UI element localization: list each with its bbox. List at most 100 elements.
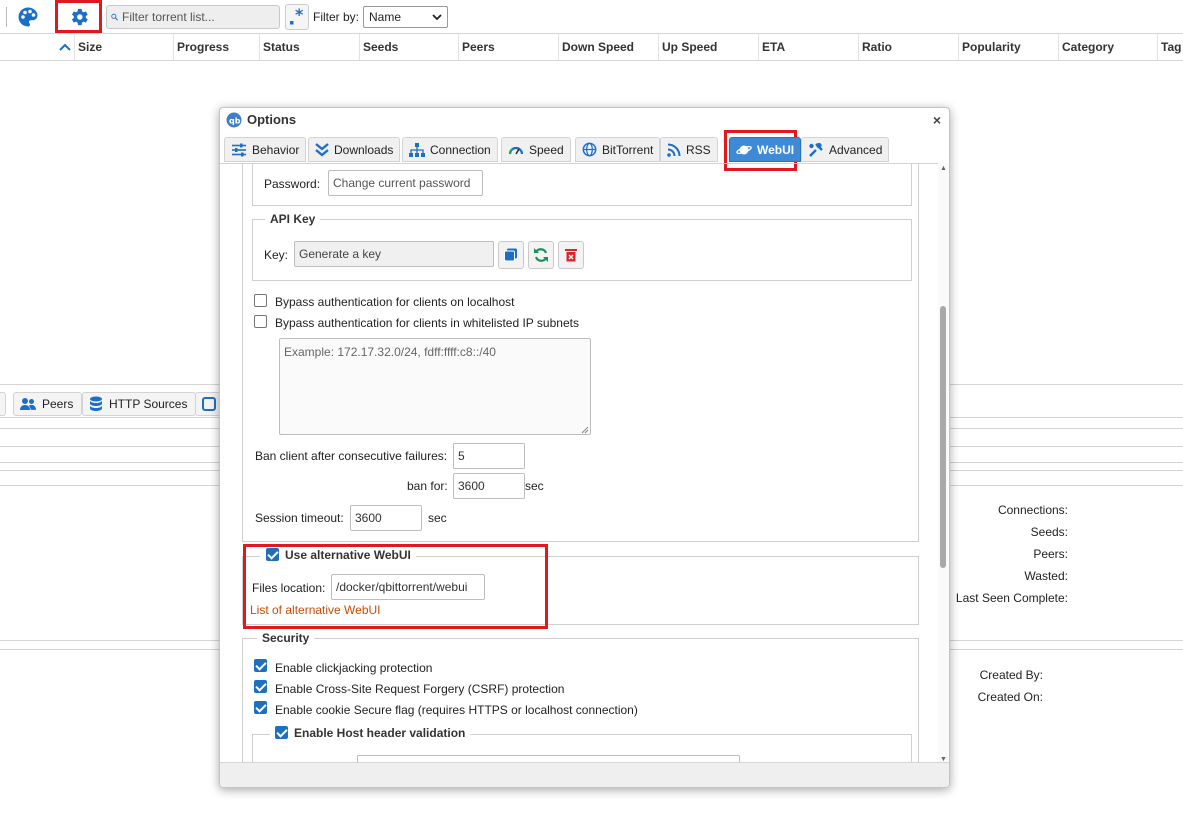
filter-by-select[interactable]: Name	[363, 6, 448, 28]
column-tag[interactable]: Tag	[1161, 40, 1181, 54]
column-down-speed[interactable]: Down Speed	[562, 40, 634, 54]
tab-http-sources[interactable]: HTTP Sources	[82, 392, 197, 416]
tab-peers[interactable]: Peers	[13, 392, 83, 416]
chevron-down-icon	[432, 14, 442, 21]
resize-handle-icon[interactable]	[580, 425, 589, 434]
ban-sec-label: sec	[525, 479, 544, 493]
ban-duration-input[interactable]: 3600	[453, 473, 525, 499]
cookie-secure-checkbox[interactable]	[254, 701, 267, 714]
options-dialog: qb Options × Behavior Downloads Connecti…	[219, 107, 950, 788]
whitelist-textarea[interactable]: Example: 172.17.32.0/24, fdff:ffff:c8::/…	[279, 338, 591, 435]
search-input[interactable]	[118, 6, 279, 28]
planet-icon	[736, 145, 752, 154]
delete-key-button[interactable]	[558, 241, 584, 269]
session-timeout-input[interactable]: 3600	[350, 505, 422, 531]
password-label: Password:	[264, 177, 321, 191]
dialog-scrollbar[interactable]: ▲ ▼	[938, 163, 949, 765]
ban-label: Ban client after consecutive failures:	[255, 449, 448, 463]
clickjacking-checkbox[interactable]	[254, 659, 267, 672]
regex-icon: *	[290, 7, 304, 25]
globe-icon	[582, 142, 597, 157]
csrf-label: Enable Cross-Site Request Forgery (CSRF)…	[275, 682, 565, 696]
column-ratio[interactable]: Ratio	[862, 40, 892, 54]
prop-last-seen: Last Seen Complete:	[955, 591, 1068, 605]
ban-for-label: ban for:	[407, 479, 448, 493]
prop-created-by: Created By:	[979, 668, 1043, 682]
column-status[interactable]: Status	[263, 40, 300, 54]
prop-wasted: Wasted:	[1024, 569, 1068, 583]
column-up-speed[interactable]: Up Speed	[662, 40, 717, 54]
filter-by-label: Filter by:	[313, 10, 360, 24]
clickjacking-label: Enable clickjacking protection	[275, 661, 433, 675]
sort-ascending-icon	[59, 43, 71, 51]
database-icon	[90, 396, 102, 411]
network-icon	[409, 142, 425, 157]
column-progress[interactable]: Progress	[177, 40, 229, 54]
session-timeout-label: Session timeout:	[255, 511, 344, 525]
column-category[interactable]: Category	[1062, 40, 1114, 54]
highlight-alt-webui	[243, 544, 548, 629]
peers-icon	[20, 398, 36, 410]
tools-icon	[809, 142, 823, 157]
host-header-checkbox[interactable]	[275, 726, 288, 739]
tab-speed[interactable]: Speed	[501, 137, 571, 162]
column-seeds[interactable]: Seeds	[363, 40, 398, 54]
tab-connection[interactable]: Connection	[402, 137, 498, 162]
tab-behavior[interactable]: Behavior	[224, 137, 307, 162]
regenerate-key-button[interactable]	[528, 241, 554, 269]
bypass-whitelist-label: Bypass authentication for clients in whi…	[275, 316, 579, 330]
column-popularity[interactable]: Popularity	[962, 40, 1021, 54]
prop-peers: Peers:	[1033, 547, 1068, 561]
security-legend: Security	[257, 631, 315, 645]
bypass-localhost-label: Bypass authentication for clients on loc…	[275, 295, 515, 309]
filter-by-value: Name	[369, 10, 402, 24]
dialog-titlebar[interactable]: qb Options ×	[220, 108, 949, 132]
search-icon	[111, 13, 118, 21]
ban-count-input[interactable]: 5	[453, 443, 525, 469]
close-icon[interactable]: ×	[933, 112, 941, 128]
toolbar-separator	[6, 7, 7, 27]
dialog-footer	[220, 762, 949, 787]
tab-downloads[interactable]: Downloads	[308, 137, 401, 162]
dialog-title: Options	[247, 112, 297, 127]
api-key-legend: API Key	[265, 212, 321, 226]
scroll-up-icon[interactable]: ▲	[940, 165, 947, 172]
rss-icon	[667, 143, 681, 157]
tab-bittorrent[interactable]: BitTorrent	[575, 137, 661, 162]
session-sec-label: sec	[428, 511, 447, 525]
tab-http-sources-label: HTTP Sources	[109, 397, 188, 411]
palette-icon[interactable]	[16, 5, 40, 29]
tab-peers-label: Peers	[42, 397, 74, 411]
sliders-icon	[232, 143, 246, 156]
host-header-legend: Enable Host header validation	[270, 726, 471, 740]
torrent-list-header: Size Progress Status Seeds Peers Down Sp…	[0, 33, 1183, 61]
prop-connections: Connections:	[997, 503, 1068, 517]
bypass-whitelist-checkbox[interactable]	[254, 315, 267, 328]
qbittorrent-logo-icon: qb	[226, 112, 242, 128]
scrollbar-thumb[interactable]	[940, 306, 946, 568]
tab-webui[interactable]: WebUI	[729, 137, 802, 162]
tab-advanced[interactable]: Advanced	[801, 137, 890, 162]
regex-toggle-button[interactable]: *	[285, 4, 309, 30]
prop-seeds: Seeds:	[1030, 525, 1068, 539]
settings-gear-icon[interactable]	[67, 5, 91, 29]
bypass-localhost-checkbox[interactable]	[254, 294, 267, 307]
tab-partial[interactable]	[0, 392, 6, 416]
trash-icon	[565, 249, 577, 262]
cookie-secure-label: Enable cookie Secure flag (requires HTTP…	[275, 703, 638, 717]
tab-rss[interactable]: RSS	[660, 137, 718, 162]
speedometer-icon	[508, 146, 524, 154]
content-icon	[202, 397, 216, 411]
api-key-input[interactable]: Generate a key	[294, 241, 494, 267]
refresh-icon	[534, 248, 548, 262]
search-box[interactable]	[106, 5, 280, 29]
password-input[interactable]: Change current password	[328, 170, 483, 196]
column-peers[interactable]: Peers	[462, 40, 495, 54]
csrf-checkbox[interactable]	[254, 680, 267, 693]
copy-icon	[504, 248, 517, 262]
prop-created-on: Created On:	[977, 690, 1043, 704]
copy-key-button[interactable]	[498, 241, 524, 269]
column-eta[interactable]: ETA	[762, 40, 785, 54]
column-size[interactable]: Size	[78, 40, 102, 54]
double-chevron-down-icon	[315, 142, 329, 157]
